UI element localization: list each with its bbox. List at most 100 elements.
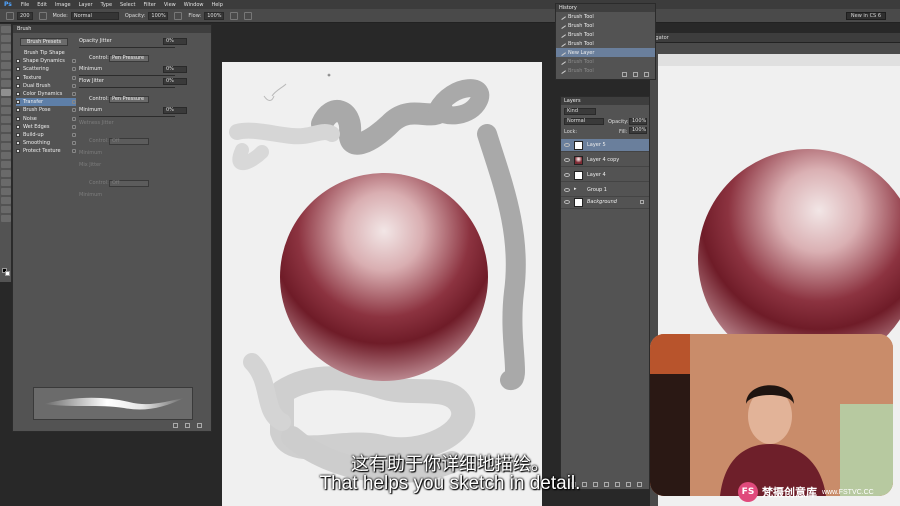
history-item[interactable]: Brush Tool xyxy=(556,12,655,21)
brush-option-brush-pose[interactable]: Brush Pose xyxy=(16,106,76,114)
opacity-jitter-slider[interactable] xyxy=(79,47,175,48)
background-color-swatch[interactable] xyxy=(5,271,10,276)
grid-icon[interactable] xyxy=(185,423,190,428)
checkbox[interactable] xyxy=(16,92,20,97)
brush-option-smoothing[interactable]: Smoothing xyxy=(16,139,76,147)
opacity-jitter-value[interactable]: 0% xyxy=(163,37,187,45)
menu-image[interactable]: Image xyxy=(51,2,75,8)
move-tool-icon[interactable] xyxy=(1,26,11,33)
lock-icon[interactable] xyxy=(72,100,76,105)
screen-mode-icon[interactable] xyxy=(1,215,11,222)
dodge-tool-icon[interactable] xyxy=(1,143,11,150)
layer-row[interactable]: Layer 4 copy xyxy=(561,154,649,167)
history-brush-tool-icon[interactable] xyxy=(1,107,11,114)
brush-option-tip-shape[interactable]: Brush Tip Shape xyxy=(16,49,76,57)
layer-row[interactable]: Layer 5 xyxy=(561,139,649,152)
workspace-switcher[interactable]: New in CS 6 xyxy=(845,12,886,20)
brush-option-texture[interactable]: Texture xyxy=(16,74,76,82)
eye-icon[interactable] xyxy=(564,143,570,147)
checkbox[interactable] xyxy=(16,83,20,88)
flow-field[interactable]: 100% xyxy=(204,11,225,20)
lock-icon[interactable] xyxy=(72,59,76,64)
brush-tool-icon[interactable] xyxy=(6,11,14,20)
checkbox[interactable] xyxy=(16,67,20,72)
control2-select[interactable]: Pen Pressure xyxy=(109,95,149,103)
marquee-tool-icon[interactable] xyxy=(1,35,11,42)
pressure-opacity-icon[interactable] xyxy=(174,11,183,20)
layer-opacity-field[interactable]: 100% xyxy=(629,118,647,125)
history-item[interactable]: Brush Tool xyxy=(556,39,655,48)
layer-filter-select[interactable]: Kind xyxy=(564,108,596,115)
menu-window[interactable]: Window xyxy=(180,2,208,8)
hand-tool-icon[interactable] xyxy=(1,188,11,195)
pen-tool-icon[interactable] xyxy=(1,152,11,159)
brush-option-wet-edges[interactable]: Wet Edges xyxy=(16,123,76,131)
history-panel-title[interactable]: History xyxy=(556,4,655,12)
checkbox[interactable] xyxy=(16,108,20,113)
lock-icon[interactable] xyxy=(72,116,76,121)
brush-option-shape-dynamics[interactable]: Shape Dynamics xyxy=(16,57,76,65)
shape-tool-icon[interactable] xyxy=(1,179,11,186)
minimum2-value[interactable]: 0% xyxy=(163,106,187,114)
lock-icon[interactable] xyxy=(72,92,76,97)
brush-option-noise[interactable]: Noise xyxy=(16,115,76,123)
brush-panel-toggle-icon[interactable] xyxy=(38,11,47,20)
layers-panel-title[interactable]: Layers xyxy=(561,97,649,105)
menu-select[interactable]: Select xyxy=(116,2,139,8)
canvas-document[interactable] xyxy=(222,62,542,506)
lock-icon[interactable] xyxy=(72,132,76,137)
checkbox[interactable] xyxy=(16,116,20,121)
lock-icon[interactable] xyxy=(72,149,76,154)
eye-icon[interactable] xyxy=(564,188,570,192)
airbrush-icon[interactable] xyxy=(230,11,239,20)
brush-option-color-dynamics[interactable]: Color Dynamics xyxy=(16,90,76,98)
brush-option-dual-brush[interactable]: Dual Brush xyxy=(16,82,76,90)
brush-size-picker[interactable]: 200 xyxy=(17,11,33,20)
opacity-field[interactable]: 100% xyxy=(148,11,169,20)
eyedropper-tool-icon[interactable] xyxy=(1,71,11,78)
layer-row[interactable]: Background xyxy=(561,196,649,209)
quick-select-tool-icon[interactable] xyxy=(1,53,11,60)
lock-icon[interactable] xyxy=(72,83,76,88)
mode-select[interactable]: Normal xyxy=(70,11,119,20)
menu-help[interactable]: Help xyxy=(207,2,226,8)
history-item[interactable]: Brush Tool xyxy=(556,30,655,39)
quick-mask-icon[interactable] xyxy=(1,206,11,213)
layer-row[interactable]: Layer 4 xyxy=(561,169,649,182)
checkbox[interactable] xyxy=(16,124,20,129)
lock-icon[interactable] xyxy=(72,141,76,146)
blur-tool-icon[interactable] xyxy=(1,134,11,141)
snapshot-icon[interactable] xyxy=(633,72,638,77)
checkbox[interactable] xyxy=(16,59,20,64)
healing-tool-icon[interactable] xyxy=(1,80,11,87)
minimum-value[interactable]: 0% xyxy=(163,65,187,73)
fill-field[interactable]: 100% xyxy=(629,127,647,134)
menu-filter[interactable]: Filter xyxy=(139,2,159,8)
navigator-tab[interactable]: igator xyxy=(650,33,900,43)
eye-icon[interactable] xyxy=(564,158,570,162)
flow-jitter-value[interactable]: 0% xyxy=(163,77,187,85)
history-item[interactable]: Brush Tool xyxy=(556,21,655,30)
pressure-size-icon[interactable] xyxy=(244,11,253,20)
menu-view[interactable]: View xyxy=(160,2,180,8)
new-document-icon[interactable] xyxy=(622,72,627,77)
checkbox[interactable] xyxy=(16,100,20,105)
menu-layer[interactable]: Layer xyxy=(75,2,97,8)
eraser-tool-icon[interactable] xyxy=(1,116,11,123)
toggle-live-tip-icon[interactable] xyxy=(173,423,178,428)
brush-option-transfer[interactable]: Transfer xyxy=(16,98,76,107)
history-item[interactable]: New Layer xyxy=(556,48,655,57)
flow-jitter-slider[interactable] xyxy=(79,87,175,88)
lock-icon[interactable] xyxy=(72,75,76,80)
new-preset-icon[interactable] xyxy=(197,423,202,428)
type-tool-icon[interactable] xyxy=(1,161,11,168)
brush-panel-title[interactable]: Brush xyxy=(13,25,211,33)
path-select-tool-icon[interactable] xyxy=(1,170,11,177)
lock-icon[interactable] xyxy=(72,67,76,72)
checkbox[interactable] xyxy=(16,132,20,137)
clone-stamp-tool-icon[interactable] xyxy=(1,98,11,105)
menu-edit[interactable]: Edit xyxy=(33,2,51,8)
brush-option-protect-texture[interactable]: Protect Texture xyxy=(16,147,76,155)
brush-option-scattering[interactable]: Scattering xyxy=(16,65,76,73)
menu-file[interactable]: File xyxy=(17,2,33,8)
